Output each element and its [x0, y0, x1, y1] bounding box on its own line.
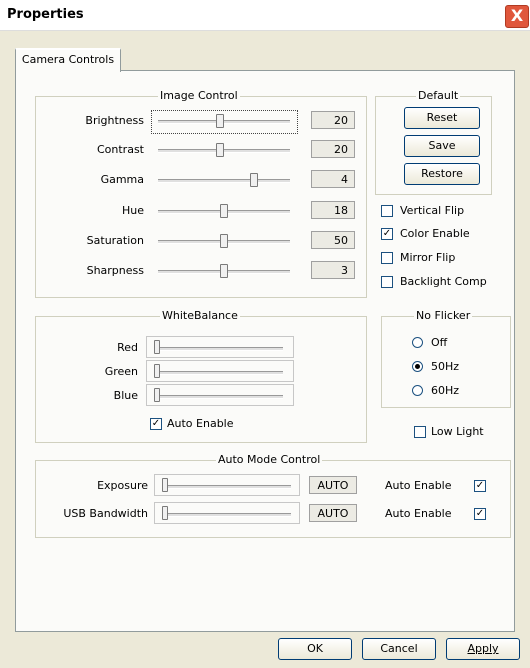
low-light-label: Low Light [431, 425, 484, 438]
title-bar: Properties X [0, 0, 530, 31]
slider-track [155, 395, 283, 399]
auto-enable-checkbox[interactable]: ✓ [474, 480, 486, 492]
slider-thumb[interactable] [154, 364, 160, 378]
value-box: 3 [311, 261, 355, 279]
tab-camera-controls[interactable]: Camera Controls [15, 48, 121, 72]
wb-slider[interactable] [146, 336, 294, 358]
option-label: Vertical Flip [400, 204, 465, 217]
slider-thumb[interactable] [220, 234, 228, 248]
value-box: 20 [311, 140, 355, 158]
option-checkbox[interactable] [381, 252, 393, 264]
wb-auto-enable-label: Auto Enable [167, 417, 234, 430]
slider-thumb[interactable] [154, 340, 160, 354]
auto-enable-label: Auto Enable [385, 507, 452, 520]
radio-label: Off [431, 336, 448, 349]
slider-thumb[interactable] [250, 173, 258, 187]
auto-mode-label: USB Bandwidth [63, 507, 148, 520]
value-box: 50 [311, 231, 355, 249]
wb-label: Green [104, 365, 138, 378]
slider-thumb[interactable] [216, 143, 224, 157]
slider-thumb[interactable] [154, 388, 160, 402]
image-control-title: Image Control [158, 89, 240, 102]
auto-mode-slider[interactable] [154, 474, 300, 496]
option-checkbox[interactable] [381, 276, 393, 288]
check-icon: ✓ [151, 418, 161, 429]
default-title: Default [416, 89, 461, 102]
radio-label: 60Hz [431, 384, 460, 397]
radio-label: 50Hz [431, 360, 460, 373]
slider-thumb[interactable] [162, 478, 168, 492]
slider-thumb[interactable] [162, 506, 168, 520]
option-label: Mirror Flip [400, 251, 456, 264]
window-title: Properties [7, 7, 84, 22]
auto-mode-group: Auto Mode Control [35, 453, 511, 538]
auto-mode-label: Exposure [97, 479, 148, 492]
wb-slider[interactable] [146, 384, 294, 406]
check-icon: ✓ [475, 508, 485, 519]
option-label: Backlight Comp [400, 275, 487, 288]
slider-track [155, 371, 283, 375]
value-box: 18 [311, 201, 355, 219]
slider-track [163, 513, 291, 517]
slider-label: Hue [121, 204, 144, 217]
option-checkbox[interactable]: ✓ [381, 228, 393, 240]
check-icon: ✓ [475, 480, 485, 491]
no-flicker-radio[interactable] [412, 361, 423, 372]
ok-button[interactable]: OK [278, 638, 352, 660]
slider-label: Saturation [86, 234, 144, 247]
slider-label: Sharpness [86, 264, 144, 277]
wb-label: Blue [113, 389, 138, 402]
value-box: 4 [311, 170, 355, 188]
white-balance-title: WhiteBalance [160, 309, 240, 322]
auto-value-box: AUTO [309, 476, 357, 494]
no-flicker-radio[interactable] [412, 385, 423, 396]
auto-mode-slider[interactable] [154, 502, 300, 524]
low-light-checkbox[interactable] [414, 426, 426, 438]
check-icon: ✓ [382, 228, 392, 239]
slider-track[interactable] [158, 179, 290, 183]
no-flicker-radio[interactable] [412, 337, 423, 348]
reset-button[interactable]: Reset [404, 107, 480, 129]
auto-enable-label: Auto Enable [385, 479, 452, 492]
save-button[interactable]: Save [404, 135, 480, 157]
auto-mode-title: Auto Mode Control [216, 453, 323, 466]
focus-rect [151, 110, 298, 134]
auto-enable-checkbox[interactable]: ✓ [474, 508, 486, 520]
slider-thumb[interactable] [220, 204, 228, 218]
wb-slider[interactable] [146, 360, 294, 382]
auto-value-box: AUTO [309, 504, 357, 522]
wb-label: Red [117, 341, 138, 354]
slider-track[interactable] [158, 149, 290, 153]
apply-button[interactable]: Apply [446, 638, 520, 660]
slider-track [155, 347, 283, 351]
slider-thumb[interactable] [220, 264, 228, 278]
slider-track [163, 485, 291, 489]
wb-auto-enable-checkbox[interactable]: ✓ [150, 418, 162, 430]
no-flicker-title: No Flicker [414, 309, 473, 322]
slider-label: Gamma [100, 173, 144, 186]
restore-button[interactable]: Restore [404, 163, 480, 185]
slider-label: Contrast [96, 143, 144, 156]
slider-label: Brightness [85, 114, 144, 127]
value-box: 20 [311, 111, 355, 129]
option-checkbox[interactable] [381, 205, 393, 217]
option-label: Color Enable [400, 227, 470, 240]
close-button[interactable]: X [505, 5, 529, 28]
cancel-button[interactable]: Cancel [362, 638, 436, 660]
